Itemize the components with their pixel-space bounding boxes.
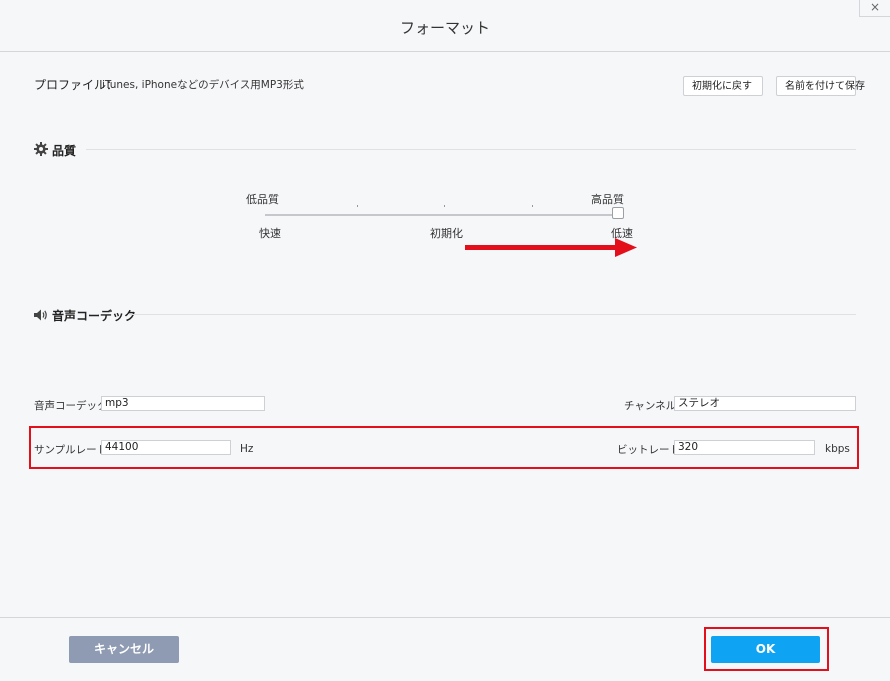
gear-icon [34, 141, 48, 160]
slider-label-default: 初期化 [430, 227, 463, 240]
window-title: フォーマット [399, 19, 490, 37]
quality-section-header: 品質 [34, 141, 76, 160]
slider-tick [444, 205, 445, 207]
cancel-button[interactable]: キャンセル [69, 636, 179, 663]
close-icon: × [869, 0, 881, 14]
codec-field[interactable]: mp3 [101, 396, 265, 411]
annotation-arrow [465, 238, 637, 257]
slider-label-fast: 快速 [259, 227, 281, 240]
save-as-button[interactable]: 名前を付けて保存 [776, 76, 865, 96]
title-bar: フォーマット × [0, 0, 890, 52]
codec-section-title: 音声コーデック [52, 309, 137, 323]
channel-field[interactable]: ステレオ [674, 396, 856, 411]
codec-section-header: 音声コーデック [34, 306, 136, 325]
codec-divider [128, 314, 856, 315]
ok-button[interactable]: OK [711, 636, 820, 663]
slider-label-low-quality: 低品質 [246, 193, 279, 206]
samplerate-unit: Hz [240, 443, 254, 455]
quality-slider-thumb[interactable] [612, 207, 624, 219]
close-button[interactable]: × [859, 0, 890, 17]
slider-tick [357, 205, 358, 207]
quality-slider-track[interactable] [265, 214, 620, 216]
speaker-icon [34, 306, 48, 325]
profile-value: iTunes, iPhoneなどのデバイス用MP3形式 [102, 79, 304, 91]
quality-section-title: 品質 [52, 144, 77, 158]
footer-divider [0, 617, 890, 618]
samplerate-label: サンプルレート: [34, 444, 111, 456]
codec-label: 音声コーデック: [34, 400, 112, 412]
bitrate-field[interactable]: 320 [674, 440, 815, 455]
samplerate-field[interactable]: 44100 [101, 440, 231, 455]
slider-tick [532, 205, 533, 207]
quality-divider [86, 149, 856, 150]
slider-label-high-quality: 高品質 [591, 193, 624, 206]
reset-button[interactable]: 初期化に戻す [683, 76, 763, 96]
bitrate-unit: kbps [825, 443, 850, 455]
channel-label: チャンネル: [624, 400, 680, 412]
